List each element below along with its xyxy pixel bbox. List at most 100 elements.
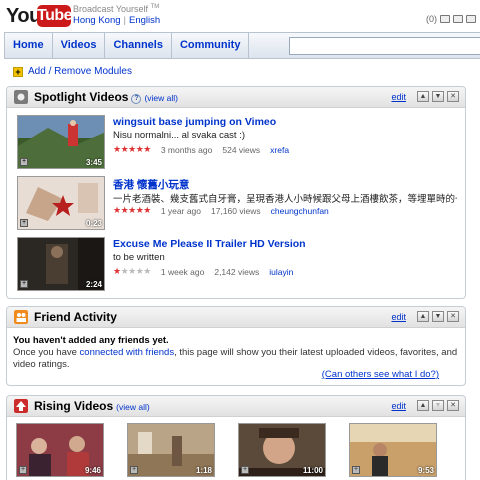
add-to-quicklist-icon[interactable]: +: [20, 219, 28, 227]
rising-arrow-icon: [14, 399, 28, 413]
friends-icon: [14, 310, 28, 324]
video-meta: ★★★★★ 1 year ago 17,160 views cheungchun…: [113, 205, 329, 216]
print-icon[interactable]: [453, 15, 463, 23]
video-duration: 3:45: [85, 158, 102, 167]
add-to-quicklist-icon[interactable]: +: [20, 158, 28, 166]
spotlight-module: Spotlight Videos? (view all) edit ▲ ▼ ✕ +…: [6, 86, 466, 299]
close-module-icon[interactable]: ✕: [447, 91, 459, 102]
add-remove-modules[interactable]: + Add / Remove Modules: [13, 66, 132, 77]
video-meta: ★★★★★ 1 week ago 2,142 views iulayin: [113, 266, 293, 277]
friend-activity-controls: edit ▲ ▼ ✕: [391, 311, 459, 322]
close-icon[interactable]: [466, 15, 476, 23]
search-input[interactable]: [289, 37, 480, 55]
rising-video-thumbnail[interactable]: + 9:46: [16, 423, 104, 477]
add-to-quicklist-icon[interactable]: +: [19, 466, 27, 474]
move-up-icon[interactable]: ▲: [417, 400, 429, 411]
tab-videos[interactable]: Videos: [53, 33, 106, 58]
rising-video-thumbnail[interactable]: + 9:53: [349, 423, 437, 477]
spotlight-title: Spotlight Videos? (view all): [34, 90, 178, 104]
region-link[interactable]: Hong Kong: [73, 15, 121, 26]
video-duration: 0:23: [85, 219, 102, 228]
header-utilities: (0): [426, 14, 476, 24]
spotlight-video-2: + 0:23 香港 懷舊小玩意 一片老酒裝、幾支舊式自牙膏，呈現香港人小時候跟父…: [17, 176, 457, 230]
friend-activity-title: Friend Activity: [34, 310, 117, 324]
video-views: 2,142 views: [214, 266, 260, 277]
video-title-link[interactable]: wingsuit base jumping on Vimeo: [113, 116, 276, 128]
no-friends-message: You haven't added any friends yet.: [13, 335, 169, 346]
plus-icon: +: [13, 66, 23, 77]
trademark: TM: [150, 4, 160, 10]
logo-tube: Tube: [37, 5, 73, 27]
video-views: 17,160 views: [211, 205, 261, 216]
rising-header: Rising Videos (view all) edit ▲ ▼ ✕: [7, 396, 465, 417]
video-duration: 9:53: [417, 466, 434, 475]
video-duration: 2:24: [85, 280, 102, 289]
spotlight-controls: edit ▲ ▼ ✕: [391, 91, 459, 102]
add-to-quicklist-icon[interactable]: +: [241, 466, 249, 474]
spotlight-video-3: + 2:24 Excuse Me Please II Trailer HD Ve…: [17, 237, 457, 291]
video-duration: 9:46: [84, 466, 101, 475]
add-to-quicklist-icon[interactable]: +: [352, 466, 360, 474]
rising-videos-module: Rising Videos (view all) edit ▲ ▼ ✕ + 9:4…: [6, 395, 466, 480]
add-to-quicklist-icon[interactable]: +: [20, 280, 28, 288]
friend-activity-edit-link[interactable]: edit: [391, 312, 406, 322]
move-down-icon[interactable]: ▼: [432, 91, 444, 102]
rating-stars-icon: ★★★★★: [113, 205, 151, 215]
move-up-icon[interactable]: ▲: [417, 311, 429, 322]
video-thumbnail[interactable]: + 0:23: [17, 176, 105, 230]
region-language: Hong Kong | English: [73, 15, 161, 26]
tab-home[interactable]: Home: [5, 33, 53, 58]
spotlight-video-1: + 3:45 wingsuit base jumping on Vimeo Ni…: [17, 115, 457, 169]
friend-activity-body: You haven't added any friends yet. Once …: [7, 328, 465, 371]
video-description: Nisu normalni... al svaka cast :): [113, 130, 245, 141]
tagline: Broadcast Yourself TM: [73, 4, 159, 14]
rising-video-thumbnail[interactable]: + 1:18: [127, 423, 215, 477]
video-title-link[interactable]: 香港 懷舊小玩意: [113, 177, 189, 192]
privacy-link[interactable]: (Can others see what I do?): [322, 369, 439, 380]
close-module-icon[interactable]: ✕: [447, 400, 459, 411]
video-thumbnail[interactable]: + 2:24: [17, 237, 105, 291]
language-link[interactable]: English: [129, 15, 160, 26]
spotlight-view-all[interactable]: (view all): [144, 93, 178, 103]
add-to-quicklist-icon[interactable]: +: [130, 466, 138, 474]
mail-icon[interactable]: [440, 15, 450, 23]
friend-activity-module: Friend Activity edit ▲ ▼ ✕ You haven't a…: [6, 306, 466, 386]
move-down-icon[interactable]: ▼: [432, 311, 444, 322]
rising-view-all[interactable]: (view all): [116, 402, 150, 412]
help-icon[interactable]: ?: [131, 94, 142, 104]
rating-stars-icon: ★★★★★: [113, 266, 151, 276]
video-author-link[interactable]: iulayin: [269, 267, 293, 277]
spotlight-title-text: Spotlight Videos: [34, 90, 129, 104]
rising-video-thumbnail[interactable]: + 11:00: [238, 423, 326, 477]
video-title-link[interactable]: Excuse Me Please II Trailer HD Version: [113, 238, 306, 250]
video-age: 1 week ago: [160, 266, 205, 277]
main-nav: Home Videos Channels Community: [4, 32, 480, 59]
rising-edit-link[interactable]: edit: [391, 401, 406, 411]
logo-you: You: [6, 5, 41, 27]
video-thumbnail[interactable]: + 3:45: [17, 115, 105, 169]
rising-controls: edit ▲ ▼ ✕: [391, 400, 459, 411]
connect-friends-link[interactable]: connected with friends: [80, 347, 175, 358]
move-up-icon[interactable]: ▲: [417, 91, 429, 102]
tagline-text: Broadcast Yourself: [73, 4, 149, 14]
move-down-icon: ▼: [432, 400, 444, 411]
tab-community[interactable]: Community: [172, 33, 250, 58]
youtube-logo[interactable]: You Tube: [6, 4, 73, 28]
video-author-link[interactable]: cheungchunfan: [271, 206, 329, 216]
spotlight-header: Spotlight Videos? (view all) edit ▲ ▼ ✕: [7, 87, 465, 108]
add-remove-label: Add / Remove Modules: [28, 66, 132, 77]
tab-channels[interactable]: Channels: [105, 33, 172, 58]
rating-stars-icon: ★★★★★: [113, 144, 151, 154]
video-age: 1 year ago: [160, 205, 202, 216]
video-duration: 1:18: [195, 466, 212, 475]
spotlight-icon: [14, 90, 28, 104]
header: You Tube Broadcast Yourself TM Hong Kong…: [0, 0, 480, 30]
close-module-icon[interactable]: ✕: [447, 311, 459, 322]
video-author-link[interactable]: xrefa: [270, 145, 289, 155]
video-description: 一片老酒裝、幾支舊式自牙膏，呈現香港人小時候跟父母上酒樓飲茶，等埋單時的一種: [113, 194, 457, 205]
friend-activity-header: Friend Activity edit ▲ ▼ ✕: [7, 307, 465, 328]
video-age: 3 months ago: [160, 144, 213, 155]
video-views: 524 views: [222, 144, 261, 155]
spotlight-edit-link[interactable]: edit: [391, 92, 406, 102]
video-description: to be written: [113, 252, 165, 263]
